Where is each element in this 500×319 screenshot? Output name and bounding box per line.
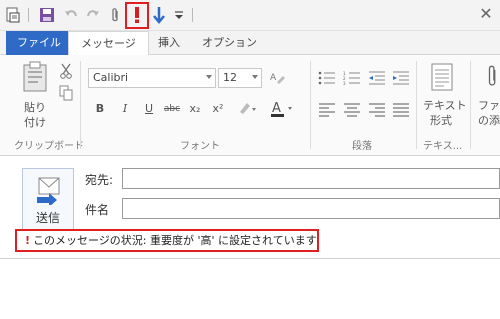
customize-qat-icon[interactable] [170, 6, 188, 24]
copy-icon[interactable] [58, 85, 74, 101]
send-button[interactable]: 送信 [22, 168, 74, 230]
align-left-icon[interactable] [318, 103, 336, 117]
font-name-combo[interactable]: Calibri [88, 68, 216, 88]
align-right-icon[interactable] [368, 103, 386, 117]
subject-label: 件名 [85, 203, 110, 217]
superscript-button[interactable]: x² [210, 101, 226, 117]
text-format-icon[interactable] [430, 63, 454, 91]
app-icon[interactable] [4, 6, 22, 24]
send-label: 送信 [35, 211, 60, 225]
ribbon: 貼り 付け クリップボード Calibri 12 A B I U abc x₂ … [0, 55, 500, 156]
save-icon[interactable] [38, 6, 56, 24]
paste-icon[interactable] [20, 61, 50, 93]
clear-format-icon[interactable]: A [268, 68, 288, 88]
text-format-label-1[interactable]: テキスト [423, 97, 467, 113]
svg-text:A: A [272, 101, 281, 116]
attach-file-label-1[interactable]: ファイ [478, 97, 500, 113]
text-format-label-2[interactable]: 形式 [430, 112, 452, 128]
attach-file-icon[interactable] [486, 63, 500, 91]
attach-icon[interactable] [106, 6, 124, 24]
text-group-label: テキス... [423, 141, 463, 152]
italic-button[interactable]: I [117, 101, 133, 117]
underline-button[interactable]: U [141, 101, 157, 117]
quick-access-toolbar: ✕ [0, 0, 500, 31]
ribbon-tabs: ファイル メッセージ 挿入 オプション [0, 31, 500, 56]
svg-text:A: A [270, 73, 277, 83]
redo-icon[interactable] [84, 6, 102, 24]
align-center-icon[interactable] [343, 103, 361, 117]
tab-file[interactable]: ファイル [6, 31, 72, 55]
numbering-icon[interactable]: 123 [343, 71, 361, 85]
message-body[interactable] [0, 259, 500, 319]
svg-text:3: 3 [343, 81, 346, 85]
paragraph-group-label: 段落 [352, 141, 372, 152]
justify-icon[interactable] [392, 103, 410, 117]
subscript-button[interactable]: x₂ [187, 101, 203, 117]
font-name-value: Calibri [93, 71, 129, 84]
tab-options[interactable]: オプション [190, 31, 269, 55]
highlight-color-icon[interactable] [236, 100, 258, 118]
paste-label-1[interactable]: 貼り [24, 99, 46, 115]
tab-message[interactable]: メッセージ [68, 31, 149, 56]
font-size-combo[interactable]: 12 [218, 68, 262, 88]
strikethrough-button[interactable]: abc [162, 101, 182, 117]
font-group-label: フォント [180, 141, 220, 152]
increase-indent-icon[interactable] [392, 71, 410, 85]
send-icon [35, 175, 63, 205]
bullets-icon[interactable] [318, 71, 336, 85]
subject-field[interactable] [122, 198, 500, 219]
to-label: 宛先: [85, 173, 114, 187]
bold-button[interactable]: B [92, 101, 108, 117]
cut-icon[interactable] [58, 63, 74, 79]
to-field[interactable] [122, 168, 500, 189]
high-importance-icon[interactable] [128, 6, 146, 24]
paste-label-2[interactable]: 付け [24, 114, 46, 130]
compose-area: 送信 宛先: 件名 ! このメッセージの状況: 重要度が '高' に設定されていま… [0, 156, 500, 319]
font-size-value: 12 [223, 71, 237, 84]
clipboard-group-label: クリップボード [14, 141, 84, 152]
undo-icon[interactable] [62, 6, 80, 24]
attach-file-label-2[interactable]: の添 [478, 112, 500, 128]
low-importance-icon[interactable] [150, 6, 168, 24]
tab-insert[interactable]: 挿入 [146, 31, 192, 55]
close-button[interactable]: ✕ [476, 4, 496, 24]
font-color-icon[interactable]: A [270, 99, 296, 119]
importance-infobar: ! このメッセージの状況: 重要度が '高' に設定されています [15, 229, 319, 252]
importance-notice-text: このメッセージの状況: 重要度が '高' に設定されています [33, 234, 317, 247]
importance-bang-icon: ! [25, 234, 31, 247]
decrease-indent-icon[interactable] [368, 71, 386, 85]
